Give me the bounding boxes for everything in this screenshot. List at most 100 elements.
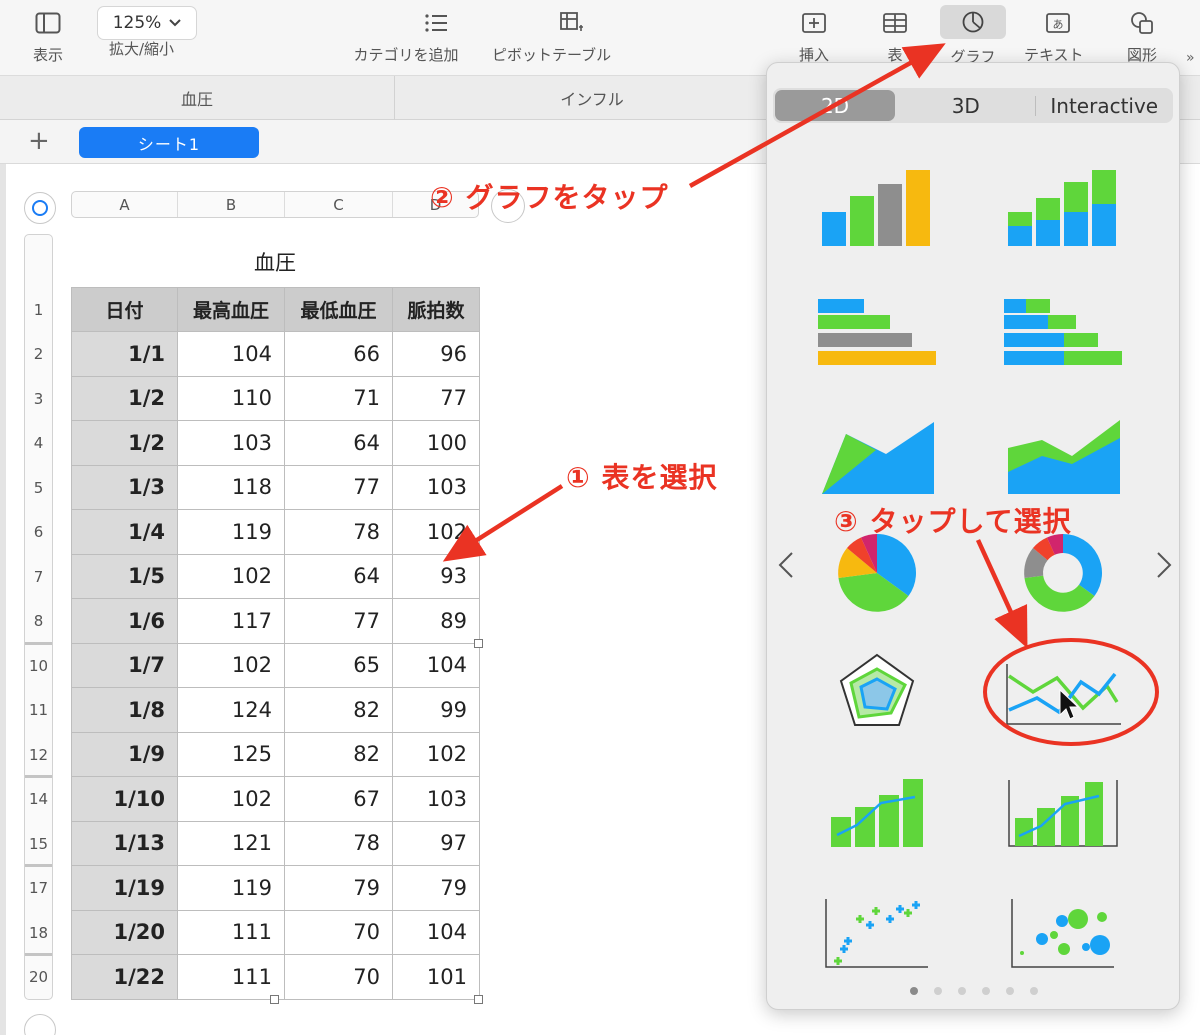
shape-button[interactable]: 図形 — [1118, 8, 1166, 65]
value-cell[interactable]: 96 — [392, 331, 480, 377]
value-cell[interactable]: 64 — [284, 553, 393, 599]
pivot-table-button[interactable]: ピボットテーブル — [492, 8, 611, 65]
sheet-tab[interactable]: シート1 — [79, 127, 259, 158]
bubble-chart-option[interactable] — [993, 883, 1133, 983]
value-cell[interactable]: 64 — [284, 420, 393, 466]
row-header[interactable]: 6 — [25, 510, 52, 555]
date-cell[interactable]: 1/2 — [71, 420, 178, 466]
segment-interactive[interactable]: Interactive — [1038, 90, 1172, 121]
table-header-cell[interactable]: 日付 — [71, 287, 178, 332]
value-cell[interactable]: 93 — [392, 553, 480, 599]
date-cell[interactable]: 1/10 — [71, 776, 178, 822]
value-cell[interactable]: 77 — [392, 375, 480, 421]
row-header[interactable]: 5 — [25, 466, 52, 511]
more-icon[interactable]: » — [1186, 50, 1195, 66]
column-chart-option[interactable] — [807, 158, 947, 258]
value-cell[interactable]: 82 — [284, 687, 393, 733]
row-header[interactable]: 20 — [25, 955, 52, 1000]
value-cell[interactable]: 119 — [177, 509, 285, 555]
value-cell[interactable]: 102 — [177, 776, 285, 822]
value-cell[interactable]: 102 — [177, 553, 285, 599]
row-header[interactable]: 8 — [25, 599, 52, 644]
date-cell[interactable]: 1/5 — [71, 553, 178, 599]
resize-handle[interactable] — [474, 639, 483, 648]
hidden-rows-marker[interactable] — [25, 864, 52, 867]
row-header[interactable]: 1 — [25, 288, 52, 332]
blood-pressure-table[interactable]: 日付 最高血圧 最低血圧 脈拍数 1/1 104 66 96 1/2 110 71 77 1/2 103… — [71, 287, 480, 1000]
hidden-rows-marker[interactable] — [25, 641, 52, 645]
row-header[interactable]: 18 — [25, 911, 52, 956]
value-cell[interactable]: 104 — [392, 642, 480, 688]
value-cell[interactable]: 65 — [284, 642, 393, 688]
value-cell[interactable]: 79 — [392, 865, 480, 911]
date-cell[interactable]: 1/13 — [71, 820, 178, 866]
table-header-cell[interactable]: 最高血圧 — [177, 287, 285, 332]
value-cell[interactable]: 117 — [177, 598, 285, 644]
radar-chart-option[interactable] — [807, 643, 947, 743]
row-header[interactable]: 15 — [25, 822, 52, 867]
page-dot[interactable] — [934, 987, 942, 995]
value-cell[interactable]: 104 — [392, 909, 480, 955]
page-dot[interactable] — [958, 987, 966, 995]
view-button[interactable]: 表示 — [24, 8, 72, 65]
row-header[interactable]: 12 — [25, 733, 52, 778]
value-cell[interactable]: 121 — [177, 820, 285, 866]
two-axis-chart-option[interactable] — [993, 763, 1133, 863]
date-cell[interactable]: 1/22 — [71, 954, 178, 1000]
value-cell[interactable]: 77 — [284, 598, 393, 644]
scatter-chart-option[interactable] — [807, 883, 947, 983]
value-cell[interactable]: 89 — [392, 598, 480, 644]
value-cell[interactable]: 103 — [392, 464, 480, 510]
next-page-button[interactable] — [1149, 545, 1179, 585]
value-cell[interactable]: 70 — [284, 909, 393, 955]
date-cell[interactable]: 1/4 — [71, 509, 178, 555]
doc-tab-blood-pressure[interactable]: 血圧 — [0, 76, 395, 120]
segment-2d[interactable]: 2D — [775, 90, 895, 121]
date-cell[interactable]: 1/9 — [71, 731, 178, 777]
value-cell[interactable]: 102 — [177, 642, 285, 688]
add-category-button[interactable]: カテゴリを追加 — [352, 8, 460, 65]
table-header-cell[interactable]: 最低血圧 — [284, 287, 393, 332]
value-cell[interactable]: 97 — [392, 820, 480, 866]
value-cell[interactable]: 103 — [177, 420, 285, 466]
date-cell[interactable]: 1/6 — [71, 598, 178, 644]
row-header[interactable]: 3 — [25, 377, 52, 422]
chart-button[interactable]: グラフ — [940, 5, 1006, 67]
hidden-rows-marker[interactable] — [25, 775, 52, 778]
value-cell[interactable]: 124 — [177, 687, 285, 733]
table-header-cell[interactable]: 脈拍数 — [392, 287, 480, 332]
add-sheet-button[interactable]: + — [28, 126, 50, 156]
value-cell[interactable]: 78 — [284, 509, 393, 555]
value-cell[interactable]: 78 — [284, 820, 393, 866]
value-cell[interactable]: 102 — [392, 731, 480, 777]
mixed-chart-option[interactable] — [807, 763, 947, 863]
value-cell[interactable]: 67 — [284, 776, 393, 822]
value-cell[interactable]: 99 — [392, 687, 480, 733]
page-dot[interactable] — [1030, 987, 1038, 995]
segment-3d[interactable]: 3D — [899, 90, 1033, 121]
row-header[interactable]: 11 — [25, 688, 52, 733]
value-cell[interactable]: 100 — [392, 420, 480, 466]
value-cell[interactable]: 66 — [284, 331, 393, 377]
stacked-area-chart-option[interactable] — [993, 408, 1133, 508]
insert-button[interactable]: 挿入 — [790, 8, 838, 65]
select-table-button[interactable] — [24, 192, 56, 224]
date-cell[interactable]: 1/20 — [71, 909, 178, 955]
value-cell[interactable]: 70 — [284, 954, 393, 1000]
table-title[interactable]: 血圧 — [71, 247, 479, 277]
row-header[interactable]: 7 — [25, 555, 52, 600]
column-header[interactable]: B — [178, 192, 285, 217]
row-header[interactable]: 17 — [25, 866, 52, 911]
value-cell[interactable]: 118 — [177, 464, 285, 510]
value-cell[interactable]: 101 — [392, 954, 480, 1000]
stacked-bar-chart-option[interactable] — [993, 283, 1133, 383]
date-cell[interactable]: 1/19 — [71, 865, 178, 911]
area-chart-option[interactable] — [807, 408, 947, 508]
value-cell[interactable]: 77 — [284, 464, 393, 510]
value-cell[interactable]: 103 — [392, 776, 480, 822]
page-dot[interactable] — [1006, 987, 1014, 995]
text-button[interactable]: あ テキスト — [1024, 8, 1084, 65]
previous-page-button[interactable] — [771, 545, 801, 585]
column-header-bar[interactable]: A B C D — [71, 191, 479, 218]
page-dot[interactable] — [982, 987, 990, 995]
